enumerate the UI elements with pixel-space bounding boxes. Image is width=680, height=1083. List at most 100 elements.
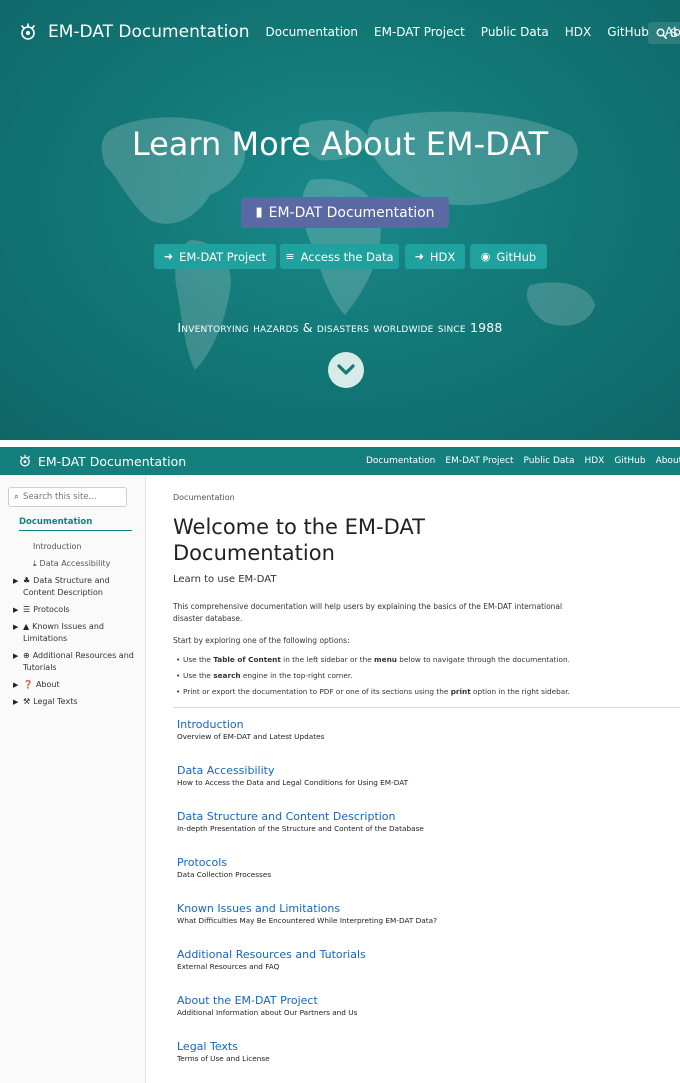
sidebar-item-about[interactable]: ▶ ❓ About <box>13 679 141 691</box>
list-item: Use the Table of Content in the left sid… <box>173 654 680 665</box>
section-card: Known Issues and Limitations What Diffic… <box>177 902 677 926</box>
start-paragraph: Start by exploring one of the following … <box>173 636 350 645</box>
gavel-icon: ⚒ <box>23 697 31 706</box>
list-item: Print or export the documentation to PDF… <box>173 686 680 697</box>
download-icon: ⤓ <box>33 559 37 568</box>
search-button-label: S <box>670 26 679 40</box>
sidebar-item-additional-resources[interactable]: ▶ ⊕ Additional Resources and Tutorials <box>13 650 141 674</box>
sidebar-nav-list: Introduction ⤓ Data Accessibility ▶ ♣ Data… <box>13 541 141 713</box>
brand-link[interactable]: EM-DAT Documentation <box>18 22 250 42</box>
section-card: Legal Texts Terms of Use and License <box>177 1040 677 1064</box>
sidebar-search-input[interactable]: ⌕ Search this site... <box>8 487 127 507</box>
sticky-brand-title[interactable]: EM-DAT Documentation <box>38 454 186 469</box>
section-link-additional-resources[interactable]: Additional Resources and Tutorials <box>177 948 677 962</box>
section-link-legal-texts[interactable]: Legal Texts <box>177 1040 677 1054</box>
page-title: Welcome to the EM-DAT Documentation <box>173 515 425 565</box>
list-item: Use the search engine in the top-right c… <box>173 670 680 681</box>
nav-documentation[interactable]: Documentation <box>266 25 359 39</box>
section-card: Additional Resources and Tutorials Exter… <box>177 948 677 972</box>
sidebar-item-data-accessibility[interactable]: ⤓ Data Accessibility <box>19 558 141 570</box>
search-icon <box>656 28 667 39</box>
sidebar-item-known-issues[interactable]: ▶ ▲ Known Issues and Limitations <box>13 621 141 645</box>
section-description: In-depth Presentation of the Structure a… <box>177 824 424 833</box>
access-data-button[interactable]: ≡ Access the Data <box>280 244 399 269</box>
sidebar-item-label: Data Accessibility <box>39 559 111 568</box>
section-card: Protocols Data Collection Processes <box>177 856 677 880</box>
caret-right-icon[interactable]: ▶ <box>13 604 18 616</box>
section-link-introduction[interactable]: Introduction <box>177 718 677 732</box>
search-placeholder: Search this site... <box>23 492 97 502</box>
section-link-known-issues[interactable]: Known Issues and Limitations <box>177 902 677 916</box>
emdat-documentation-button[interactable]: ▮ EM-DAT Documentation <box>241 197 449 228</box>
intro-paragraph: This comprehensive documentation will he… <box>173 601 593 625</box>
section-link-about-project[interactable]: About the EM-DAT Project <box>177 994 677 1008</box>
hero-title: Learn More About EM-DAT <box>131 125 549 163</box>
hdx-label: HDX <box>429 249 456 264</box>
emdat-project-button[interactable]: ➜ EM-DAT Project <box>154 244 276 269</box>
warning-icon: ▲ <box>23 622 30 631</box>
caret-right-icon[interactable]: ▶ <box>13 696 18 708</box>
section-link-data-structure[interactable]: Data Structure and Content Description <box>177 810 677 824</box>
search-icon: ⌕ <box>14 492 20 502</box>
sidebar-item-introduction[interactable]: Introduction <box>19 541 141 553</box>
hero-tagline: Inventorying hazards & disasters worldwi… <box>0 320 680 335</box>
section-description: What Difficulties May Be Encountered Whi… <box>177 916 437 925</box>
intro-line-2: disaster database. <box>173 614 243 623</box>
caret-right-icon[interactable]: ▶ <box>13 679 18 691</box>
caret-right-icon[interactable]: ▶ <box>13 650 18 662</box>
content-divider <box>173 707 680 708</box>
sidebar-item-label: Legal Texts <box>33 697 78 706</box>
sidebar-divider <box>19 530 132 531</box>
nav-hdx[interactable]: HDX <box>565 25 591 39</box>
caret-right-icon[interactable]: ▶ <box>13 575 18 587</box>
section-description: Data Collection Processes <box>177 870 272 879</box>
arrow-circle-right-icon: ➜ <box>414 250 424 263</box>
sidebar-item-legal-texts[interactable]: ▶ ⚒ Legal Texts <box>13 696 141 708</box>
sidebar-item-label: Protocols <box>33 605 70 614</box>
section-description: External Resources and FAQ <box>177 962 280 971</box>
sidebar-item-protocols[interactable]: ▶ ☰ Protocols <box>13 604 141 616</box>
sidebar-item-data-structure[interactable]: ▶ ♣ Data Structure and Content Descriptio… <box>13 575 141 599</box>
sidebar-section-title[interactable]: Documentation <box>19 517 92 527</box>
scroll-down-button[interactable] <box>328 352 364 388</box>
top-search-button[interactable]: S <box>648 22 680 44</box>
nav2-emdat-project[interactable]: EM-DAT Project <box>445 456 513 466</box>
emdat-logo-icon <box>21 23 35 40</box>
nav2-public-data[interactable]: Public Data <box>523 456 574 466</box>
section-description: Additional Information about Our Partner… <box>177 1008 358 1017</box>
caret-right-icon[interactable]: ▶ <box>13 621 18 633</box>
sidebar-item-label: About <box>35 680 60 689</box>
nav-github[interactable]: GitHub <box>607 25 649 39</box>
nav2-about[interactable]: About <box>656 456 680 466</box>
breadcrumb[interactable]: Documentation <box>173 493 235 502</box>
brand-title: EM-DAT Documentation <box>48 22 250 42</box>
database-icon: ≡ <box>285 250 295 263</box>
github-label: GitHub <box>496 249 537 264</box>
sidebar-item-label: Known Issues and Limitations <box>23 622 104 643</box>
section-card: Data Accessibility How to Access the Dat… <box>177 764 677 788</box>
page-lead: Learn to use EM-DAT <box>173 574 277 585</box>
nav-public-data[interactable]: Public Data <box>481 25 549 39</box>
section-card: About the EM-DAT Project Additional Info… <box>177 994 677 1018</box>
top-navbar: EM-DAT Documentation Documentation EM-DA… <box>0 0 680 64</box>
doc-button-label: EM-DAT Documentation <box>268 204 435 221</box>
nav2-documentation[interactable]: Documentation <box>366 456 435 466</box>
hdx-button[interactable]: ➜ HDX <box>405 244 465 269</box>
options-list: Use the Table of Content in the left sid… <box>173 654 680 702</box>
arrow-circle-right-icon: ➜ <box>163 250 174 263</box>
section-card: Data Structure and Content Description I… <box>177 810 677 834</box>
nav2-github[interactable]: GitHub <box>614 456 645 466</box>
plus-circle-icon: ⊕ <box>23 651 30 660</box>
section-link-data-accessibility[interactable]: Data Accessibility <box>177 764 677 778</box>
section-description: Overview of EM-DAT and Latest Updates <box>177 732 325 741</box>
access-data-label: Access the Data <box>300 249 394 264</box>
nav2-hdx[interactable]: HDX <box>584 456 604 466</box>
section-card: Introduction Overview of EM-DAT and Late… <box>177 718 677 742</box>
section-link-protocols[interactable]: Protocols <box>177 856 677 870</box>
sitemap-icon: ♣ <box>23 576 31 585</box>
tagline-text: Inventorying hazards & disasters worldwi… <box>177 320 503 335</box>
nav-emdat-project[interactable]: EM-DAT Project <box>374 25 465 39</box>
emdat-project-label: EM-DAT Project <box>179 249 267 264</box>
sticky-navbar: EM-DAT Documentation Documentation EM-DA… <box>0 447 680 475</box>
github-button[interactable]: ◉ GitHub <box>470 244 547 269</box>
